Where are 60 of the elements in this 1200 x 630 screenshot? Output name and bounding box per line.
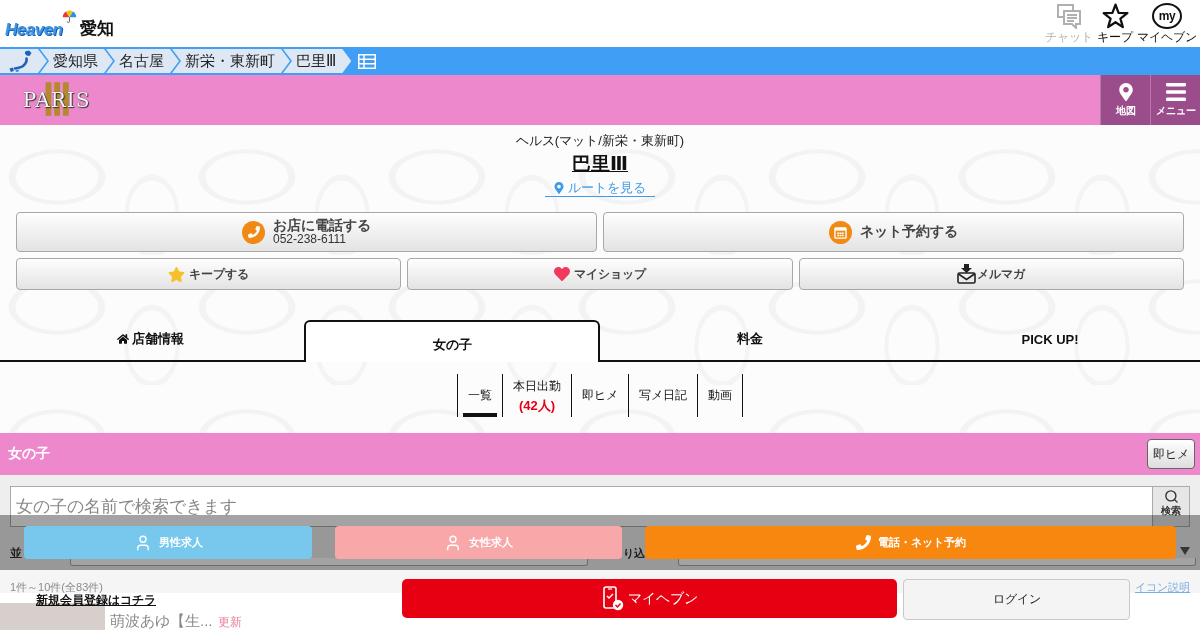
- sub-tab[interactable]: 本日出勤 (42人): [508, 374, 566, 417]
- breadcrumb-link[interactable]: 愛知県: [40, 49, 113, 73]
- japan-map-icon: [8, 50, 32, 72]
- pin-icon: [553, 182, 565, 194]
- filter-label: り込: [623, 545, 645, 561]
- attendance-count: (42人): [518, 396, 556, 415]
- table-icon[interactable]: [358, 53, 377, 69]
- home-icon: [116, 333, 129, 345]
- chat-icon: [1056, 3, 1082, 29]
- shop-category: ヘルス(マット/新栄・東新町): [515, 133, 685, 148]
- umbrella-icon: [62, 9, 78, 23]
- result-count: 1件～10件(全83件): [10, 581, 103, 593]
- map-button[interactable]: 地図: [1100, 75, 1150, 125]
- myshop-button[interactable]: マイショップ: [407, 258, 793, 290]
- sub-tab[interactable]: 動画: [703, 374, 737, 417]
- tab[interactable]: PICK UP!: [900, 320, 1200, 362]
- tab[interactable]: 店舗情報: [0, 320, 300, 362]
- girl-name[interactable]: 萌波あゆ【生...: [110, 612, 213, 629]
- person-icon: [444, 533, 462, 552]
- keep-button[interactable]: キープする: [16, 258, 402, 290]
- tab[interactable]: 料金: [600, 320, 900, 362]
- login-button[interactable]: ログイン: [903, 579, 1130, 620]
- mypage-link[interactable]: my マイヘブン: [1137, 3, 1197, 44]
- menu-icon: [1165, 82, 1186, 101]
- phone-icon: [855, 535, 871, 550]
- tab[interactable]: 女の子: [304, 320, 600, 362]
- sort-label: 並: [10, 544, 22, 562]
- star-icon: [168, 265, 186, 283]
- envelope-download-icon: [957, 264, 977, 284]
- mail-magazine-button[interactable]: メルマガ: [798, 258, 1184, 290]
- calendar-icon: [829, 220, 852, 244]
- star-icon: [1101, 3, 1129, 29]
- phone-number: 052-238-6111: [273, 233, 346, 246]
- search-icon: [1163, 489, 1179, 504]
- mypage-logo: my: [1152, 3, 1182, 29]
- breadcrumb-link[interactable]: 新栄・東新町: [172, 49, 290, 73]
- sub-tab[interactable]: 一覧: [463, 374, 497, 417]
- shop-name: 巴里Ⅲ: [572, 152, 628, 176]
- update-label: 更新: [217, 615, 242, 629]
- heart-icon: [554, 266, 570, 282]
- region-title: 愛知: [80, 17, 115, 40]
- smartphone-check-icon: [601, 586, 624, 611]
- reserve-button[interactable]: ネット予約する: [603, 212, 1184, 252]
- breadcrumb-link[interactable]: 名古屋: [106, 49, 179, 73]
- keep-link[interactable]: キープ: [1095, 3, 1135, 44]
- breadcrumb-link[interactable]: 巴里Ⅲ: [283, 49, 352, 73]
- call-button[interactable]: お店に電話する 052-238-6111: [16, 212, 597, 252]
- register-link[interactable]: 新規会員登録はコチラ: [36, 593, 156, 607]
- search-button[interactable]: 検索: [1153, 486, 1190, 527]
- sub-tab[interactable]: 即ヒメ: [577, 374, 623, 417]
- phone-icon: [242, 220, 265, 244]
- sub-tab[interactable]: 写メ日記: [634, 374, 692, 417]
- quick-filter-button[interactable]: 即ヒメ: [1147, 439, 1195, 469]
- pin-icon: [1116, 82, 1135, 101]
- breadcrumb-link[interactable]: [0, 49, 47, 73]
- menu-button[interactable]: メニュー: [1150, 75, 1200, 125]
- search-field[interactable]: 女の子の名前で検索できます: [10, 486, 1153, 527]
- mypage-button[interactable]: マイヘブン: [402, 579, 897, 618]
- section-title: 女の子: [8, 445, 50, 463]
- caret-icon[interactable]: [1180, 547, 1190, 555]
